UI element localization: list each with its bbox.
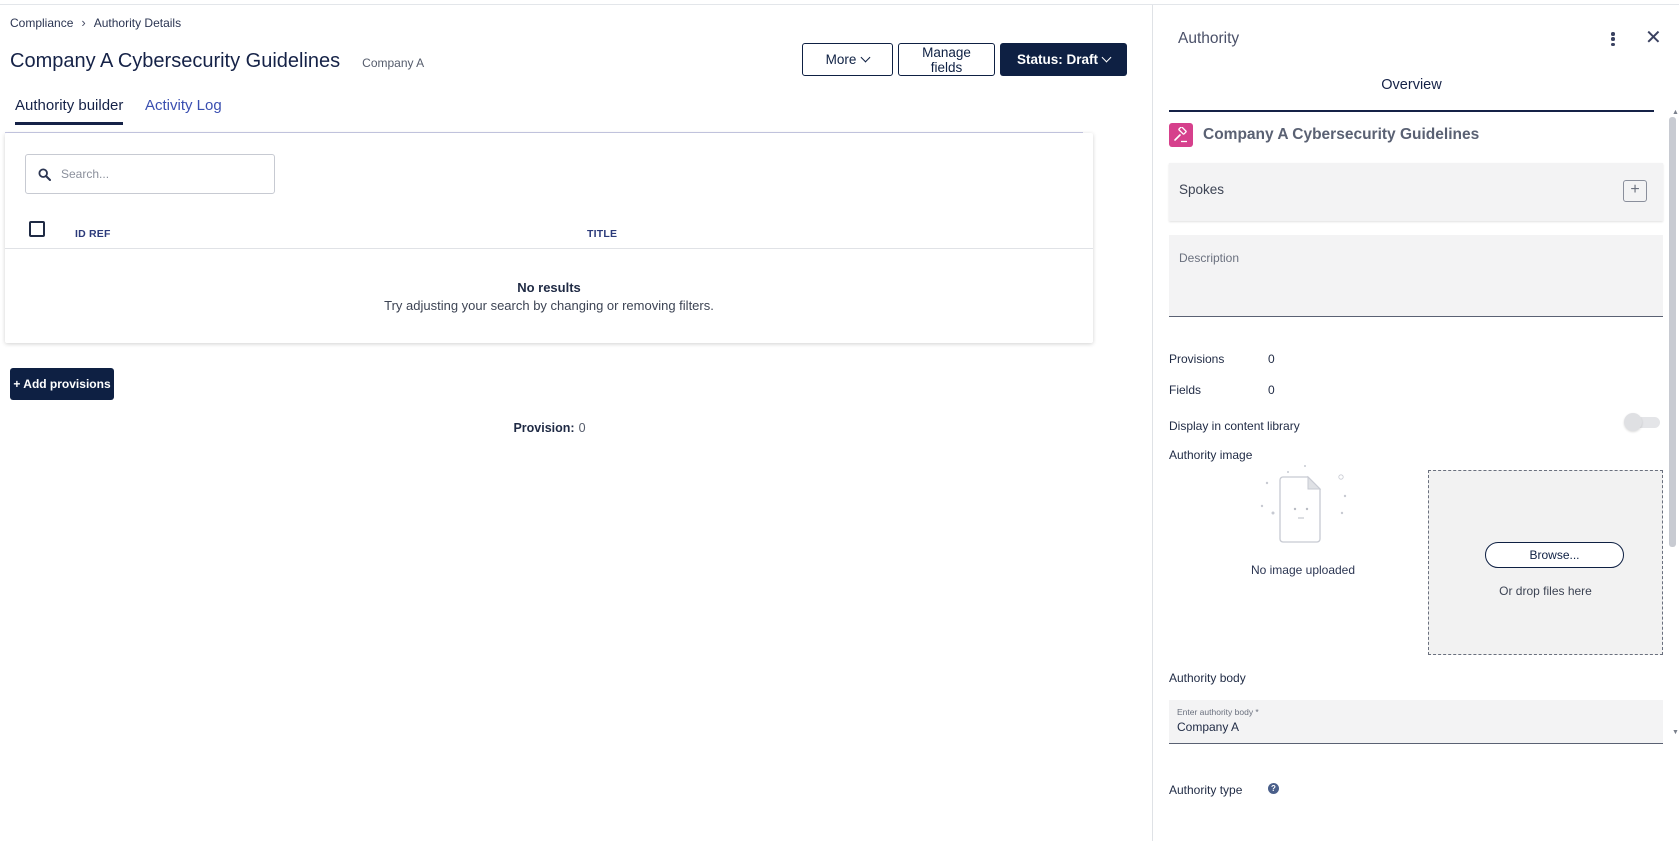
empty-state: No results Try adjusting your search by … bbox=[5, 280, 1093, 313]
drop-files-text: Or drop files here bbox=[1499, 584, 1592, 598]
no-image-label: No image uploaded bbox=[1250, 563, 1356, 577]
page-title: Company A Cybersecurity Guidelines bbox=[10, 50, 341, 72]
fields-meta-label: Fields bbox=[1169, 383, 1202, 397]
breadcrumb-root[interactable]: Compliance bbox=[10, 16, 73, 30]
spokes-section: Spokes + bbox=[1169, 163, 1663, 221]
empty-state-title: No results bbox=[517, 280, 581, 295]
browse-button[interactable]: Browse... bbox=[1485, 542, 1624, 568]
page-subtitle: Company A bbox=[362, 56, 425, 70]
no-image-placeholder: No image uploaded bbox=[1223, 463, 1383, 577]
provisions-meta: Provisions 0 bbox=[1169, 352, 1275, 366]
authority-name: Company A Cybersecurity Guidelines bbox=[1203, 126, 1480, 143]
scroll-down-arrow[interactable]: ▼ bbox=[1672, 729, 1679, 736]
plus-icon[interactable]: + bbox=[1623, 180, 1647, 202]
scroll-up-arrow[interactable]: ▲ bbox=[1672, 109, 1679, 116]
authority-body-field-label: Enter authority body * bbox=[1177, 707, 1259, 717]
chevron-down-icon bbox=[1101, 52, 1112, 63]
spokes-label: Spokes bbox=[1179, 182, 1225, 197]
search-input[interactable] bbox=[61, 167, 241, 181]
authority-image-label: Authority image bbox=[1169, 448, 1253, 462]
header-actions: More Manage fields Status: Draft bbox=[802, 43, 1127, 76]
file-placeholder-icon bbox=[1260, 465, 1347, 543]
fields-meta: Fields 0 bbox=[1169, 383, 1275, 397]
more-button-label: More bbox=[825, 52, 857, 67]
description-field[interactable]: Description bbox=[1169, 235, 1663, 317]
manage-fields-button[interactable]: Manage fields bbox=[898, 43, 995, 76]
main-content: Compliance › Authority Details Company A… bbox=[0, 5, 1152, 841]
provisions-table-card: ID REF TITLE No results Try adjusting yo… bbox=[5, 133, 1093, 343]
authority-body-field[interactable]: Enter authority body * bbox=[1169, 700, 1663, 744]
chevron-right-icon: › bbox=[81, 15, 86, 30]
display-library-toggle[interactable] bbox=[1624, 413, 1660, 431]
panel-title: Authority bbox=[1178, 30, 1240, 47]
panel-scrollbar[interactable] bbox=[1669, 117, 1676, 547]
tab-overview[interactable]: Overview bbox=[1169, 65, 1654, 112]
authority-body-label: Authority body bbox=[1169, 671, 1246, 685]
description-label: Description bbox=[1179, 251, 1240, 265]
status-button[interactable]: Status: Draft bbox=[1000, 43, 1127, 76]
provision-count-label: Provision: bbox=[513, 421, 575, 435]
manage-fields-label: Manage fields bbox=[922, 44, 971, 75]
column-header-id-ref[interactable]: ID REF bbox=[75, 228, 111, 240]
title-row: Company A Cybersecurity Guidelines Compa… bbox=[10, 50, 424, 73]
authority-type-label: Authority type bbox=[1169, 783, 1243, 797]
help-icon[interactable]: ? bbox=[1268, 783, 1279, 794]
provisions-meta-label: Provisions bbox=[1169, 352, 1225, 366]
authority-header: Company A Cybersecurity Guidelines bbox=[1169, 123, 1479, 147]
provision-count: Provision: 0 bbox=[0, 421, 1099, 435]
kebab-icon[interactable] bbox=[1608, 29, 1618, 49]
breadcrumb: Compliance › Authority Details bbox=[10, 15, 181, 30]
gavel-icon bbox=[1169, 123, 1193, 147]
more-button[interactable]: More bbox=[802, 43, 893, 76]
add-provisions-button[interactable]: + Add provisions bbox=[10, 368, 114, 400]
fields-meta-value: 0 bbox=[1268, 383, 1275, 397]
table-header bbox=[5, 213, 1093, 249]
provision-count-value: 0 bbox=[578, 421, 586, 435]
tab-activity-log[interactable]: Activity Log bbox=[145, 97, 222, 124]
empty-state-subtitle: Try adjusting your search by changing or… bbox=[384, 298, 714, 313]
close-icon[interactable]: ✕ bbox=[1645, 28, 1662, 48]
chevron-down-icon bbox=[860, 52, 871, 63]
authority-body-input[interactable] bbox=[1177, 720, 1647, 734]
display-library-label: Display in content library bbox=[1169, 419, 1300, 433]
search-icon bbox=[38, 167, 51, 181]
breadcrumb-current: Authority Details bbox=[93, 15, 182, 30]
tab-bar: Authority builder Activity Log bbox=[5, 85, 1083, 133]
search-box[interactable] bbox=[25, 154, 275, 194]
tab-authority-builder[interactable]: Authority builder bbox=[15, 97, 124, 125]
authority-side-panel: Authority ✕ Overview ▲ ▼ Company A Cyber… bbox=[1152, 5, 1679, 841]
column-header-title[interactable]: TITLE bbox=[587, 228, 617, 240]
status-label: Status: Draft bbox=[1016, 52, 1098, 67]
provisions-meta-value: 0 bbox=[1268, 352, 1275, 366]
select-all-checkbox[interactable] bbox=[29, 221, 45, 237]
image-dropzone[interactable]: Browse... Or drop files here bbox=[1428, 470, 1663, 655]
